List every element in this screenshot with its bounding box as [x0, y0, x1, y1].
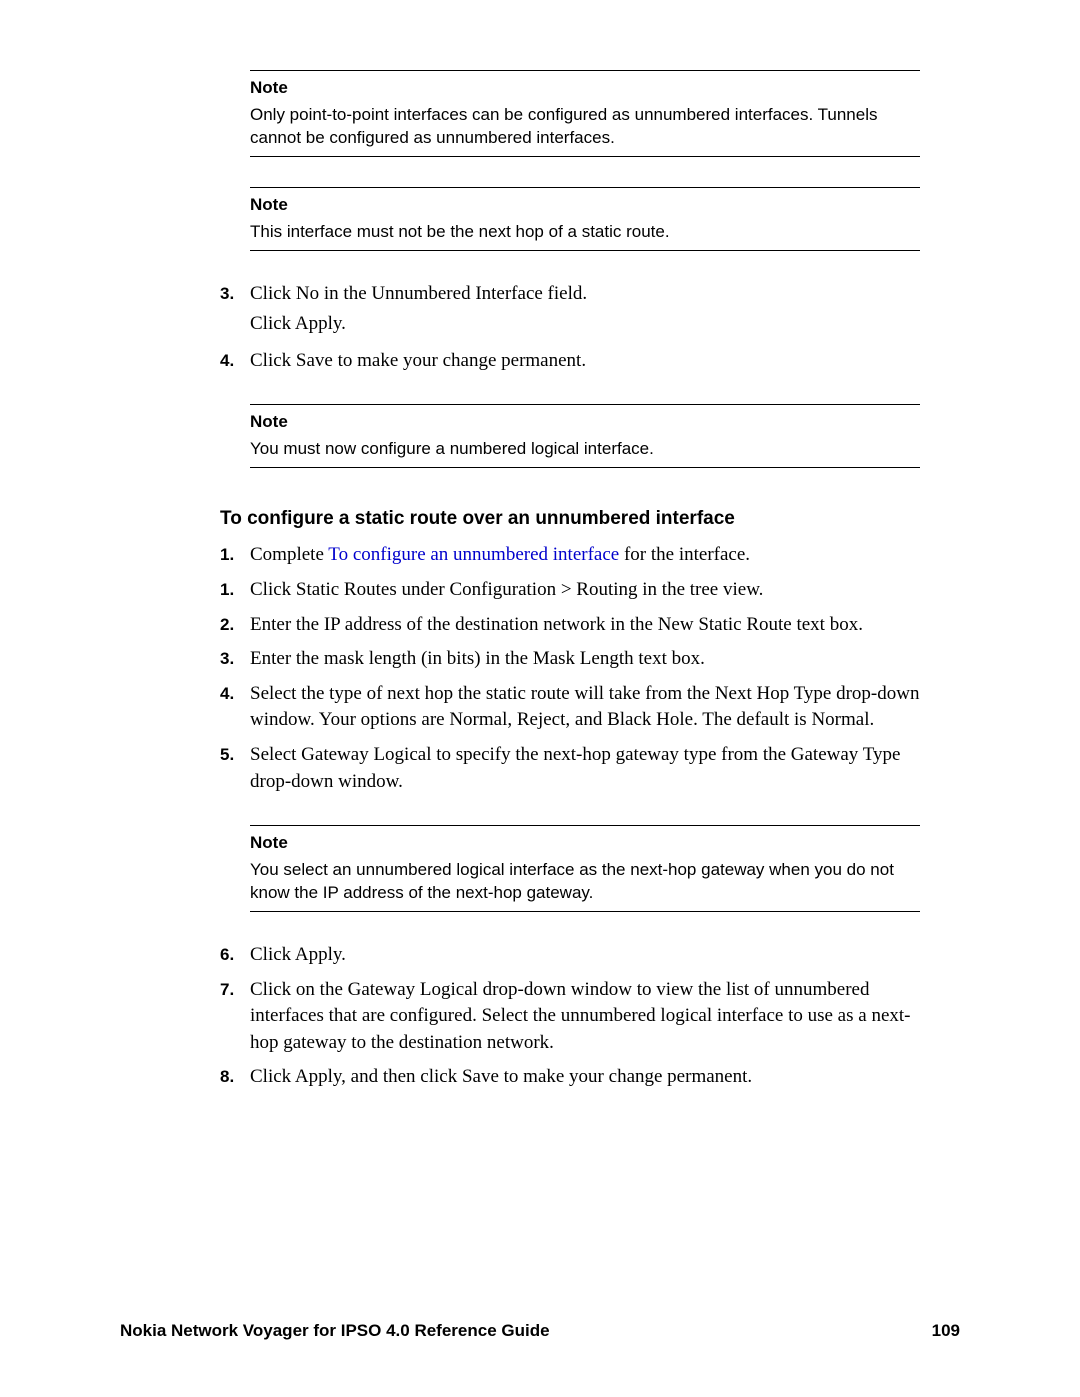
step-number: 6.: [220, 943, 250, 967]
step-item: 4. Click Save to make your change perman…: [250, 348, 920, 375]
step-text: Enter the IP address of the destination …: [250, 612, 920, 639]
step-text: Click Apply.: [250, 942, 920, 969]
step-item: 6. Click Apply.: [250, 942, 920, 969]
step-item: 3. Enter the mask length (in bits) in th…: [250, 646, 920, 673]
note-text: Only point-to-point interfaces can be co…: [250, 105, 877, 147]
step-number: 7.: [220, 978, 250, 1002]
step-subtext: Click Apply.: [250, 311, 920, 338]
footer-title: Nokia Network Voyager for IPSO 4.0 Refer…: [120, 1321, 550, 1341]
note-label: Note: [250, 832, 920, 855]
step-text: Select Gateway Logical to specify the ne…: [250, 742, 920, 795]
step-text: Click Static Routes under Configuration …: [250, 577, 920, 604]
step-number: 4.: [220, 682, 250, 706]
page-footer: Nokia Network Voyager for IPSO 4.0 Refer…: [120, 1321, 960, 1341]
note-text: You select an unnumbered logical interfa…: [250, 860, 894, 902]
steps-list-continued: 6. Click Apply. 7. Click on the Gateway …: [250, 942, 920, 1091]
content-area: Note Only point-to-point interfaces can …: [250, 70, 920, 1091]
step-prefix: Complete: [250, 544, 328, 565]
step-item: 3. Click No in the Unnumbered Interface …: [250, 281, 920, 338]
step-item: 5. Select Gateway Logical to specify the…: [250, 742, 920, 795]
step-number: 2.: [220, 613, 250, 637]
step-number: 3.: [220, 282, 250, 306]
step-item: 8. Click Apply, and then click Save to m…: [250, 1064, 920, 1091]
step-item: 7. Click on the Gateway Logical drop-dow…: [250, 977, 920, 1057]
note-block: Note You select an unnumbered logical in…: [250, 825, 920, 912]
note-block: Note This interface must not be the next…: [250, 187, 920, 251]
step-text: Select the type of next hop the static r…: [250, 681, 920, 734]
note-block: Note Only point-to-point interfaces can …: [250, 70, 920, 157]
step-number: 5.: [220, 743, 250, 767]
note-text: You must now configure a numbered logica…: [250, 439, 654, 458]
step-item: 2. Enter the IP address of the destinati…: [250, 612, 920, 639]
step-suffix: for the interface.: [619, 544, 750, 565]
step-text: Click on the Gateway Logical drop-down w…: [250, 977, 920, 1057]
step-item: 1. Complete To configure an unnumbered i…: [250, 542, 920, 569]
step-number: 4.: [220, 349, 250, 373]
section-heading: To configure a static route over an unnu…: [220, 508, 920, 530]
step-number: 3.: [220, 647, 250, 671]
step-text: Click No in the Unnumbered Interface fie…: [250, 281, 920, 308]
step-text: Click Apply, and then click Save to make…: [250, 1064, 920, 1091]
step-item: 4. Select the type of next hop the stati…: [250, 681, 920, 734]
note-block: Note You must now configure a numbered l…: [250, 404, 920, 468]
steps-list-top: 3. Click No in the Unnumbered Interface …: [250, 281, 920, 375]
step-text: Click Save to make your change permanent…: [250, 348, 920, 375]
step-number: 1.: [220, 543, 250, 567]
step-number: 1.: [220, 578, 250, 602]
note-label: Note: [250, 194, 920, 217]
footer-page-number: 109: [932, 1321, 960, 1341]
step-number: 8.: [220, 1065, 250, 1089]
step-text: Enter the mask length (in bits) in the M…: [250, 646, 920, 673]
note-label: Note: [250, 77, 920, 100]
step-item: 1. Click Static Routes under Configurati…: [250, 577, 920, 604]
note-text: This interface must not be the next hop …: [250, 222, 670, 241]
note-label: Note: [250, 411, 920, 434]
steps-list-main: 1. Complete To configure an unnumbered i…: [250, 542, 920, 795]
cross-reference-link[interactable]: To configure an unnumbered interface: [328, 544, 619, 565]
step-text: Complete To configure an unnumbered inte…: [250, 542, 920, 569]
document-page: Note Only point-to-point interfaces can …: [0, 0, 1080, 1397]
